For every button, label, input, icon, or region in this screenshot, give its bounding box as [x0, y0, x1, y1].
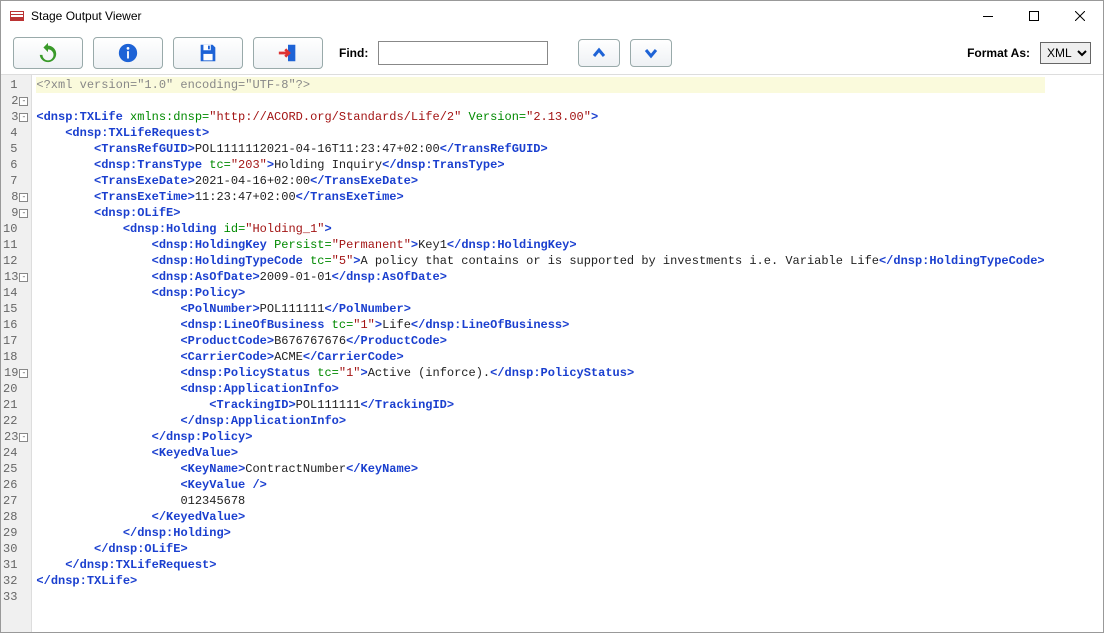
app-icon [9, 8, 25, 24]
xml-viewer[interactable]: 1 2- 3- 4 5 6 7 8- 9-10111213-1415161718… [1, 75, 1103, 632]
xml-code[interactable]: <?xml version="1.0" encoding="UTF-8"?> <… [32, 75, 1048, 632]
fold-toggle-icon[interactable]: - [19, 273, 28, 282]
close-button[interactable] [1057, 1, 1103, 31]
fold-toggle-icon[interactable]: - [19, 113, 28, 122]
find-prev-button[interactable] [578, 39, 620, 67]
fold-toggle-icon[interactable]: - [19, 97, 28, 106]
maximize-button[interactable] [1011, 1, 1057, 31]
save-button[interactable] [173, 37, 243, 69]
refresh-button[interactable] [13, 37, 83, 69]
find-label: Find: [339, 46, 368, 60]
window-title: Stage Output Viewer [31, 9, 142, 23]
format-as-select[interactable]: XML [1040, 42, 1091, 64]
fold-toggle-icon[interactable]: - [19, 209, 28, 218]
find-next-button[interactable] [630, 39, 672, 67]
exit-button[interactable] [253, 37, 323, 69]
info-button[interactable] [93, 37, 163, 69]
fold-toggle-icon[interactable]: - [19, 193, 28, 202]
find-input[interactable] [378, 41, 548, 65]
fold-toggle-icon[interactable]: - [19, 369, 28, 378]
minimize-button[interactable] [965, 1, 1011, 31]
fold-toggle-icon[interactable]: - [19, 433, 28, 442]
titlebar: Stage Output Viewer [1, 1, 1103, 31]
line-gutter: 1 2- 3- 4 5 6 7 8- 9-10111213-1415161718… [1, 75, 32, 632]
toolbar: Find: Format As: XML [1, 31, 1103, 75]
format-as-label: Format As: [967, 46, 1030, 60]
